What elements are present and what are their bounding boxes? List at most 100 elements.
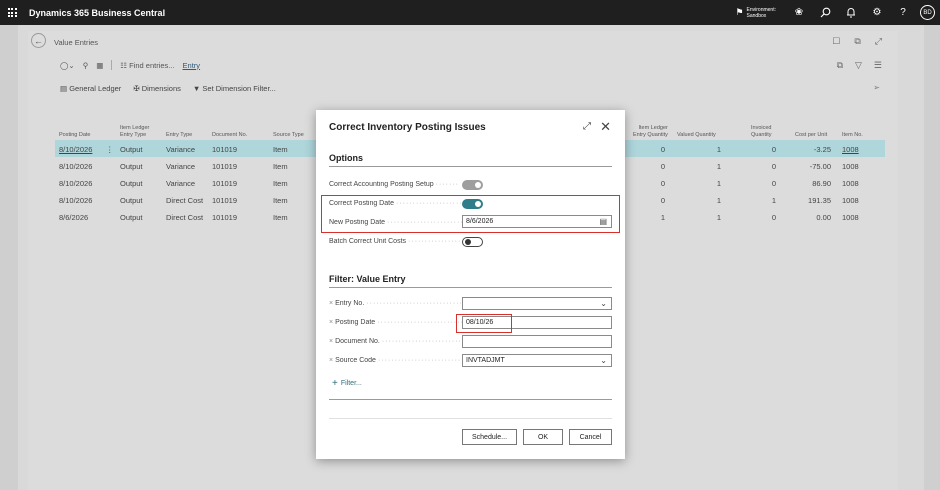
- cell-cost-per-unit: -75.00: [809, 162, 831, 171]
- environment-indicator[interactable]: ⚑ Environment: Sandbox: [735, 7, 776, 19]
- col-invoiced-quantity[interactable]: Invoiced Quantity: [751, 125, 772, 138]
- add-filter-label: Filter...: [340, 380, 362, 387]
- divider: [111, 60, 113, 70]
- options-divider: [329, 166, 612, 167]
- page-title: Value Entries: [54, 38, 99, 47]
- correct-accounting-toggle[interactable]: [462, 180, 483, 190]
- bookmark-icon[interactable]: ☐: [832, 36, 840, 47]
- col-label: Entry Type: [120, 131, 147, 138]
- posting-date-filter-label: × Posting Date ···························…: [329, 319, 464, 326]
- correct-accounting-label: Correct Accounting Posting Setup ·······: [329, 181, 464, 188]
- leader-dots: ···························: [377, 357, 464, 364]
- batch-correct-label: Batch Correct Unit Costs ················…: [329, 238, 464, 245]
- cell-document-no: 101019: [212, 213, 238, 222]
- field-label-text: Correct Accounting Posting Setup: [329, 181, 434, 188]
- cell-cost-per-unit: -3.25: [813, 145, 831, 154]
- app-launcher-icon[interactable]: [0, 0, 24, 25]
- field-label-text: Entry No.: [335, 300, 365, 307]
- cell-valued-qty: 1: [716, 145, 721, 154]
- share-icon[interactable]: ⧉: [837, 60, 843, 71]
- dialog-title: Correct Inventory Posting Issues: [329, 122, 486, 133]
- cell-entry-type: Variance: [166, 162, 196, 171]
- chevron-down-icon[interactable]: ⌄: [600, 356, 607, 365]
- search-list-icon[interactable]: ⚲: [83, 61, 89, 70]
- cell-entry-type: Direct Cost: [166, 196, 204, 205]
- cell-cost-per-unit: 191.35: [808, 196, 831, 205]
- list-view-icon[interactable]: ☰: [874, 60, 882, 71]
- help-icon[interactable]: ?: [890, 0, 916, 25]
- batch-correct-toggle[interactable]: [462, 237, 483, 247]
- col-label: Item Ledger: [638, 125, 668, 131]
- highlight-box-options: [321, 195, 620, 233]
- action-bar: ◯⌄ ⚲ ▦ ☷ Find entries... Entry: [60, 60, 200, 70]
- col-valued-quantity[interactable]: Valued Quantity: [677, 132, 716, 139]
- col-source-type[interactable]: Source Type: [273, 132, 304, 139]
- col-item-no[interactable]: Item No.: [842, 132, 863, 139]
- cell-source-type: Item: [273, 213, 288, 222]
- col-label: Invoiced: [751, 125, 772, 131]
- source-code-filter-label: × Source Code ···························: [329, 357, 464, 364]
- cell-invoiced-qty: 0: [771, 145, 776, 154]
- cell-il-entry-qty: 0: [660, 145, 665, 154]
- cell-item-no: 1008: [842, 162, 859, 171]
- search-icon[interactable]: [812, 0, 838, 25]
- cell-valued-qty: 1: [716, 162, 721, 171]
- dimensions-icon: ✠: [133, 84, 140, 93]
- add-filter-button[interactable]: + Filter...: [332, 378, 362, 389]
- dimensions-button[interactable]: ✠ Dimensions: [133, 84, 181, 93]
- ok-button[interactable]: OK: [523, 429, 563, 445]
- cell-il-entry-qty: 0: [660, 179, 665, 188]
- remove-filter-icon[interactable]: ×: [329, 357, 333, 364]
- expand-icon[interactable]: ⤢: [875, 36, 882, 47]
- arrow-left-icon: ←: [34, 35, 43, 46]
- general-ledger-button[interactable]: ▤ General Ledger: [60, 84, 121, 93]
- cancel-button[interactable]: Cancel: [569, 429, 612, 445]
- entry-no-input[interactable]: ⌄: [462, 297, 612, 310]
- back-button[interactable]: ←: [31, 33, 46, 48]
- chevron-down-icon[interactable]: ⌄: [600, 299, 607, 308]
- bell-icon[interactable]: [838, 0, 864, 25]
- col-item-ledger-entry-qty[interactable]: Item Ledger Entry Quantity: [633, 125, 668, 138]
- source-code-filter-input[interactable]: INVTADJMT ⌄: [462, 354, 612, 367]
- find-entries-button[interactable]: ☷ Find entries...: [120, 61, 174, 70]
- schedule-button[interactable]: Schedule...: [462, 429, 517, 445]
- col-entry-type[interactable]: Entry Type: [166, 132, 192, 139]
- row-menu-icon[interactable]: ⋮: [106, 145, 114, 154]
- gear-icon[interactable]: ⚙: [864, 0, 890, 25]
- cell-il-entry-qty: 1: [660, 213, 665, 222]
- cell-il-entry-type: Output: [120, 213, 143, 222]
- cell-invoiced-qty: 0: [771, 213, 776, 222]
- analysis-mode-icon[interactable]: ◯⌄: [60, 61, 75, 70]
- cell-document-no: 101019: [212, 179, 238, 188]
- filter-end-divider: [329, 399, 612, 400]
- cell-source-type: Item: [273, 196, 288, 205]
- filter-icon[interactable]: ▽: [855, 60, 862, 71]
- close-icon[interactable]: ✕: [600, 119, 611, 135]
- copilot-icon[interactable]: ❀: [786, 0, 812, 25]
- avatar[interactable]: BD: [920, 5, 935, 20]
- col-cost-per-unit[interactable]: Cost per Unit: [795, 132, 827, 139]
- page-top-icons: ☐ ⧉ ⤢: [832, 36, 882, 47]
- list-right-actions: ⧉ ▽ ☰: [837, 60, 882, 71]
- cell-posting-date: 8/10/2026: [59, 145, 93, 154]
- remove-filter-icon[interactable]: ×: [329, 300, 333, 307]
- cell-posting-date: 8/6/2026: [59, 213, 89, 222]
- pin-icon[interactable]: ➢: [873, 83, 880, 92]
- filter-pane-icon[interactable]: ▦: [96, 61, 103, 70]
- cell-document-no: 101019: [212, 145, 238, 154]
- expand-dialog-icon[interactable]: ⤢: [583, 121, 591, 132]
- col-item-ledger-entry-type[interactable]: Item Ledger Entry Type: [120, 125, 149, 138]
- highlight-box-posting-date: [456, 314, 512, 333]
- col-posting-date[interactable]: Posting Date: [59, 132, 91, 139]
- cell-il-entry-qty: 0: [660, 162, 665, 171]
- set-dimension-filter-button[interactable]: ▼ Set Dimension Filter...: [193, 84, 276, 93]
- remove-filter-icon[interactable]: ×: [329, 338, 333, 345]
- cell-document-no: 101019: [212, 196, 238, 205]
- col-document-no[interactable]: Document No.: [212, 132, 247, 139]
- app-title[interactable]: Dynamics 365 Business Central: [29, 8, 165, 18]
- remove-filter-icon[interactable]: ×: [329, 319, 333, 326]
- open-new-window-icon[interactable]: ⧉: [854, 36, 860, 47]
- document-no-filter-input[interactable]: [462, 335, 612, 348]
- correct-inventory-dialog: Correct Inventory Posting Issues ⤢ ✕ Opt…: [316, 110, 625, 459]
- tab-entry[interactable]: Entry: [183, 61, 201, 70]
